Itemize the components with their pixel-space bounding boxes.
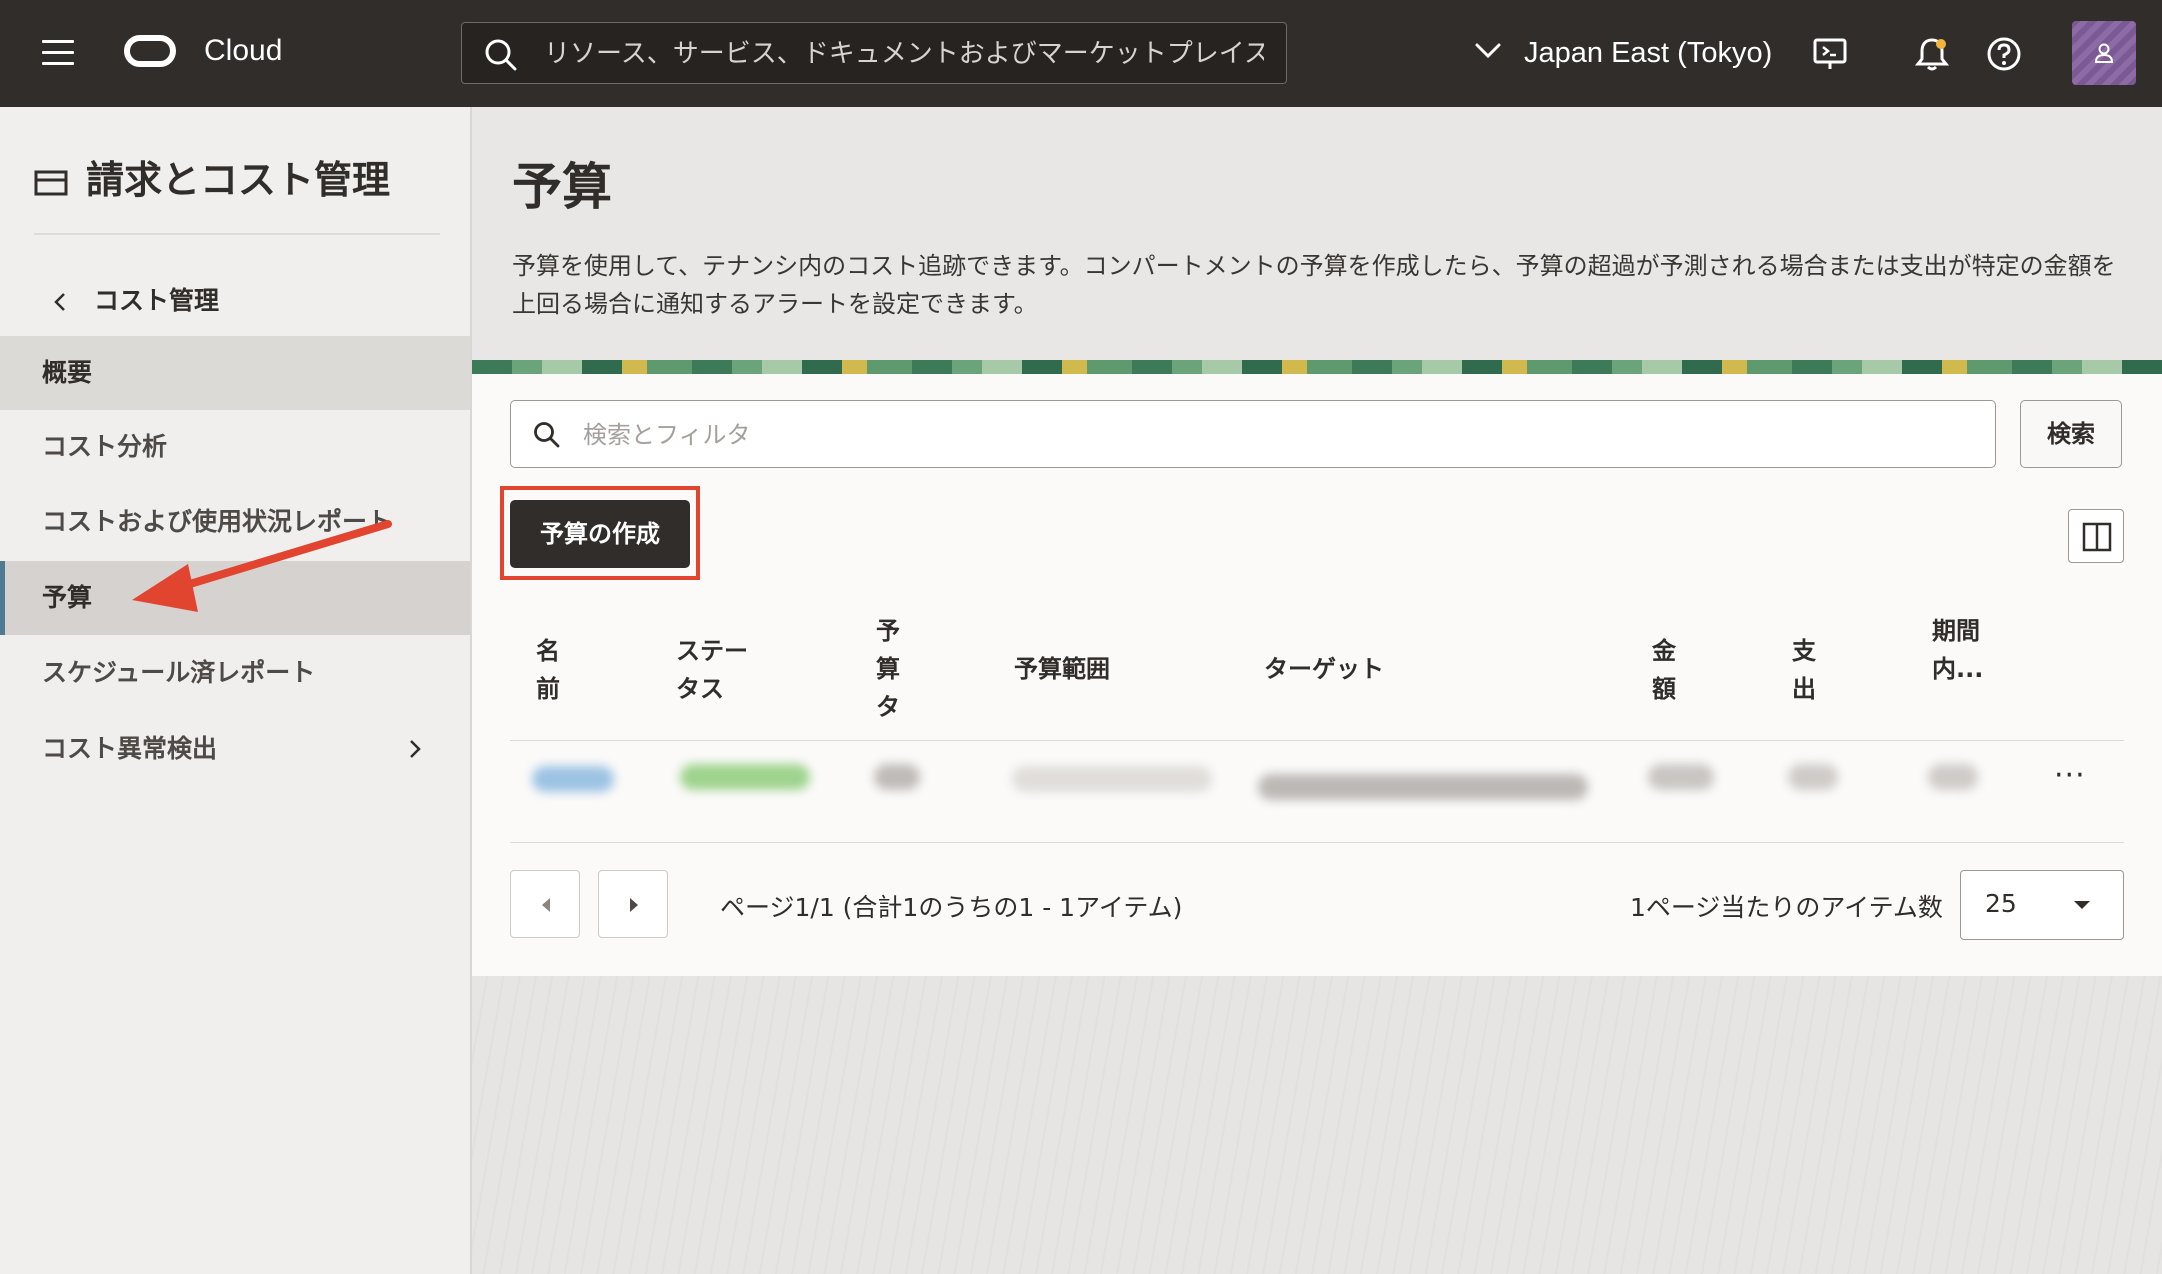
- sidebar-item-label: 予算: [42, 583, 93, 612]
- column-header-amount[interactable]: 金額: [1652, 632, 1682, 708]
- cloud-shell-icon[interactable]: [1812, 36, 1848, 72]
- create-budget-button[interactable]: 予算の作成: [510, 500, 690, 568]
- sidebar: 請求とコスト管理 コスト管理 概要 コスト分析 コストおよび使用状況レポート 予…: [0, 107, 472, 1274]
- sidebar-item-label: スケジュール済レポート: [42, 658, 316, 687]
- column-header-target[interactable]: ターゲット: [1264, 650, 1384, 688]
- search-icon: [485, 39, 517, 71]
- chevron-down-icon[interactable]: [1474, 42, 1502, 60]
- blurred-cell: [1648, 764, 1714, 790]
- blurred-cell: [874, 764, 920, 790]
- notification-bell-icon[interactable]: [1914, 36, 1950, 72]
- sidebar-title: 請求とコスト管理: [34, 149, 390, 204]
- row-actions-menu[interactable]: ···: [2054, 758, 2086, 793]
- blurred-cell: [1928, 764, 1978, 790]
- user-avatar[interactable]: [2072, 21, 2136, 85]
- items-per-page-label: 1ページ当たりのアイテム数: [1630, 893, 1943, 922]
- help-icon[interactable]: [1986, 36, 2022, 72]
- sidebar-item-label: コスト分析: [42, 432, 168, 461]
- sidebar-item-label: コスト異常検出: [42, 734, 218, 763]
- sidebar-item-cost-anomaly-detection[interactable]: コスト異常検出: [0, 712, 470, 786]
- page-description: 予算を使用して、テナンシ内のコスト追跡できます。コンパートメントの予算を作成した…: [512, 252, 2116, 318]
- search-icon: [534, 422, 560, 448]
- back-to-cost-management[interactable]: コスト管理: [52, 281, 219, 317]
- chevron-left-icon: [54, 293, 65, 311]
- hamburger-menu-icon[interactable]: [42, 40, 74, 66]
- billing-card-icon: [34, 170, 68, 195]
- blurred-cell: [680, 764, 810, 790]
- pagination-info: ページ1/1 (合計1のうちの1 - 1アイテム): [720, 893, 1183, 922]
- user-icon: [2094, 43, 2114, 63]
- sidebar-item-budgets[interactable]: 予算: [0, 561, 470, 635]
- column-header-name[interactable]: 名前: [536, 632, 566, 708]
- column-settings-button[interactable]: [2068, 509, 2124, 563]
- column-header-budget-type[interactable]: 予算タ: [876, 612, 906, 726]
- sidebar-item-label: 概要: [42, 358, 93, 387]
- budgets-panel: 検索 予算の作成 名前 ステータス 予算タ 予算範囲 ターゲット 金額 支出 期…: [472, 374, 2162, 976]
- background-pattern: [472, 976, 2162, 1274]
- divider: [34, 233, 440, 235]
- sidebar-item-cost-analysis[interactable]: コスト分析: [0, 410, 470, 484]
- global-search[interactable]: [461, 22, 1287, 84]
- table-header-divider: [510, 740, 2124, 741]
- column-header-period[interactable]: 期間内...: [1932, 612, 1988, 688]
- column-header-status[interactable]: ステータス: [676, 632, 756, 708]
- blurred-cell: [1258, 774, 1588, 800]
- items-per-page-value: 25: [1985, 889, 2017, 918]
- search-filter[interactable]: [510, 400, 1996, 468]
- page-header: 予算 予算を使用して、テナンシ内のコスト追跡できます。コンパートメントの予算を作…: [472, 107, 2162, 360]
- column-header-spend[interactable]: 支出: [1792, 632, 1822, 708]
- page-title: 予算: [512, 158, 612, 216]
- table-bottom-divider: [510, 842, 2124, 843]
- caret-right-icon: [630, 898, 638, 912]
- sidebar-title-text: 請求とコスト管理: [86, 158, 391, 202]
- search-filter-input[interactable]: [581, 413, 1965, 457]
- items-per-page-select[interactable]: 25: [1960, 870, 2124, 940]
- blurred-cell: [532, 766, 614, 792]
- chevron-right-icon: [410, 740, 421, 758]
- caret-down-icon: [2074, 901, 2090, 909]
- columns-icon: [2082, 522, 2112, 552]
- back-label: コスト管理: [94, 286, 220, 315]
- sidebar-item-scheduled-reports[interactable]: スケジュール済レポート: [0, 636, 470, 710]
- oracle-logo-icon[interactable]: [124, 35, 176, 67]
- decorative-banner: [472, 360, 2162, 374]
- previous-page-button[interactable]: [510, 870, 580, 938]
- top-bar: Cloud Japan East (Tokyo): [0, 0, 2162, 107]
- brand-name[interactable]: Cloud: [204, 34, 282, 68]
- sidebar-item-overview[interactable]: 概要: [0, 336, 470, 410]
- search-button[interactable]: 検索: [2020, 400, 2122, 468]
- blurred-cell: [1012, 766, 1212, 792]
- caret-left-icon: [542, 898, 550, 912]
- blurred-cell: [1788, 764, 1838, 790]
- sidebar-item-cost-usage-reports[interactable]: コストおよび使用状況レポート: [0, 485, 470, 559]
- column-header-budget-scope[interactable]: 予算範囲: [1014, 650, 1110, 688]
- global-search-input[interactable]: [542, 31, 1266, 77]
- sidebar-item-label: コストおよび使用状況レポート: [42, 507, 393, 536]
- region-selector[interactable]: Japan East (Tokyo): [1524, 37, 1772, 70]
- next-page-button[interactable]: [598, 870, 668, 938]
